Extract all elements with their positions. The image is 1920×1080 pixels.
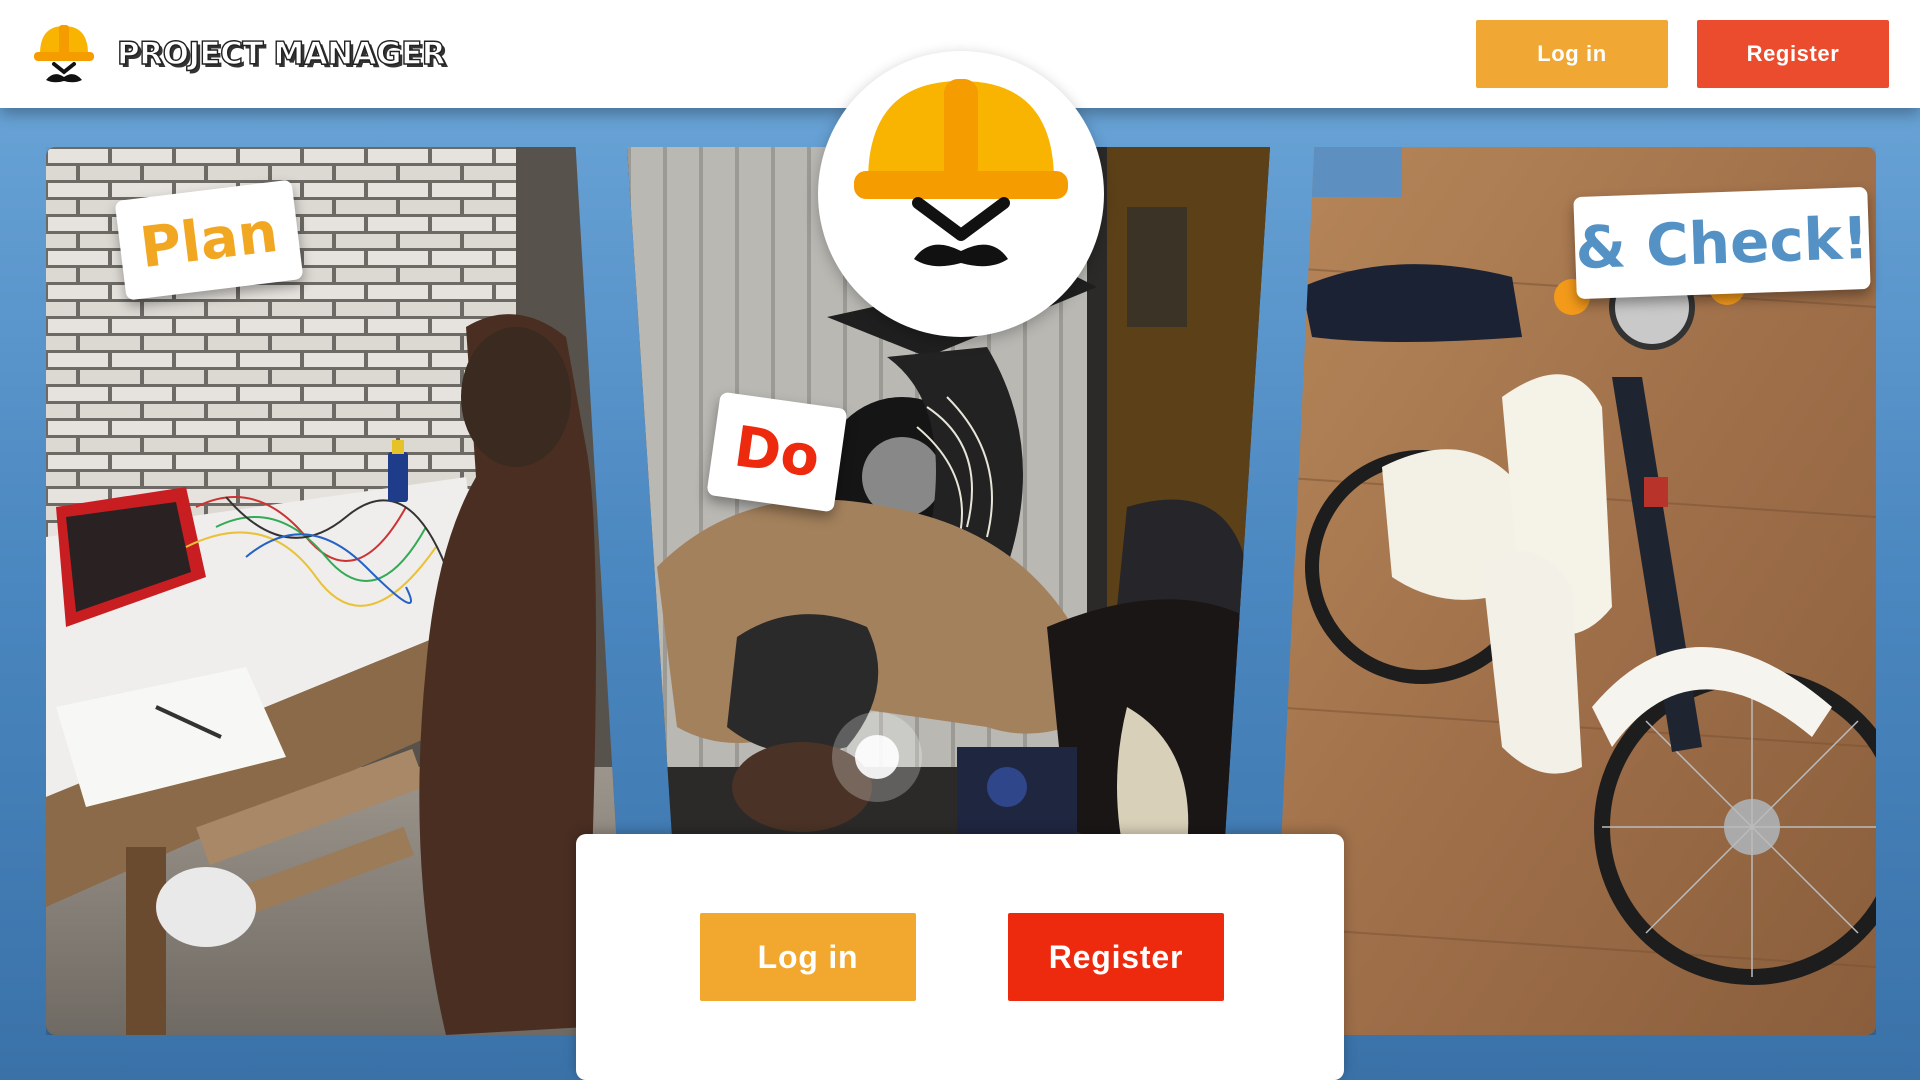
login-button[interactable]: Log in — [700, 913, 916, 1001]
helmet-mustache-icon — [854, 79, 1068, 267]
check-tag: & Check! — [1573, 186, 1871, 300]
header-register-button[interactable]: Register — [1697, 20, 1889, 88]
do-tag: Do — [706, 391, 848, 513]
brand-name[interactable]: PROJECT MANAGER — [116, 35, 446, 72]
helmet-mustache-icon[interactable] — [34, 22, 94, 86]
center-logo — [818, 51, 1104, 337]
header-login-button[interactable]: Log in — [1476, 20, 1668, 88]
register-button[interactable]: Register — [1008, 913, 1224, 1001]
auth-card: Log in Register — [576, 834, 1344, 1080]
